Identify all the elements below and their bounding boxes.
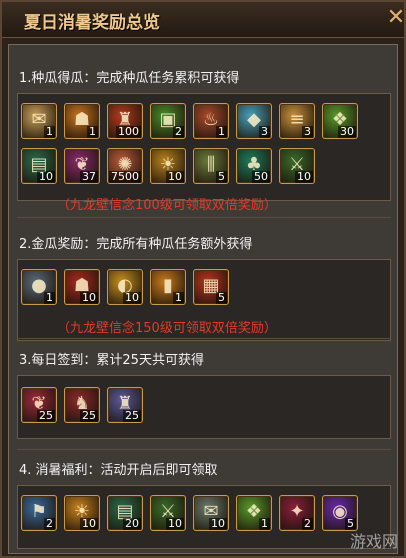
item-quantity: 1 xyxy=(216,125,227,138)
item-quantity: 1 xyxy=(44,125,55,138)
item-quantity: 10 xyxy=(37,170,55,183)
item-quantity: 10 xyxy=(80,517,98,530)
reward-item[interactable]: ◉ 5 xyxy=(322,495,358,531)
reward-item[interactable]: ▤ 10 xyxy=(21,148,57,184)
item-quantity: 7500 xyxy=(109,170,141,183)
content-panel: 1.种瓜得瓜：完成种瓜任务累积可获得 ✉ 1 ☗ 1 ♜ 100 ▣ 2 ♨ 1 ◆ 3 ≡ 3 ❖ 30 ▤… xyxy=(8,44,398,554)
section-4-title: 4. 消暑福利：活动开启后即可领取 xyxy=(19,463,218,478)
reward-item[interactable]: ☀ 10 xyxy=(150,148,186,184)
reward-item[interactable]: ⚑ 2 xyxy=(21,495,57,531)
reward-item[interactable]: ♨ 1 xyxy=(193,103,229,139)
section-2-note: （九龙壁信念150级可领取双倍奖励） xyxy=(57,321,277,336)
divider xyxy=(17,338,391,339)
section-1-row-1: ✉ 1 ☗ 1 ♜ 100 ▣ 2 ♨ 1 ◆ 3 ≡ 3 ❖ 30 xyxy=(21,103,358,139)
item-quantity: 5 xyxy=(216,170,227,183)
reward-item[interactable]: ⚔ 10 xyxy=(279,148,315,184)
item-quantity: 2 xyxy=(302,517,313,530)
item-quantity: 25 xyxy=(123,409,141,422)
title-bar: 夏日消暑奖励总览 ✕ xyxy=(2,2,406,38)
reward-item[interactable]: ≡ 3 xyxy=(279,103,315,139)
item-quantity: 30 xyxy=(338,125,356,138)
reward-item[interactable]: ◐ 10 xyxy=(107,269,143,305)
reward-item[interactable]: ▤ 20 xyxy=(107,495,143,531)
item-quantity: 20 xyxy=(123,517,141,530)
item-quantity: 10 xyxy=(123,291,141,304)
item-quantity: 25 xyxy=(37,409,55,422)
reward-overview-window: 夏日消暑奖励总览 ✕ 1.种瓜得瓜：完成种瓜任务累积可获得 ✉ 1 ☗ 1 ♜ 100 ▣ 2… xyxy=(0,0,406,558)
window-title: 夏日消暑奖励总览 xyxy=(24,13,160,33)
item-quantity: 3 xyxy=(302,125,313,138)
divider xyxy=(17,449,391,450)
reward-item[interactable]: ◆ 3 xyxy=(236,103,272,139)
reward-item[interactable]: ❖ 1 xyxy=(236,495,272,531)
item-quantity: 25 xyxy=(80,409,98,422)
item-quantity: 2 xyxy=(173,125,184,138)
watermark: 游戏网 xyxy=(349,532,398,551)
reward-item[interactable]: ▦ 5 xyxy=(193,269,229,305)
reward-item[interactable]: ✺ 7500 xyxy=(107,148,143,184)
reward-item[interactable]: ♜ 25 xyxy=(107,387,143,423)
section-4-row-1: ⚑ 2 ☀ 10 ▤ 20 ⚔ 10 ✉ 10 ❖ 1 ✦ 2 ◉ 5 xyxy=(21,495,358,531)
reward-item[interactable]: ⫼ 5 xyxy=(193,148,229,184)
reward-item[interactable]: ✉ 1 xyxy=(21,103,57,139)
item-quantity: 50 xyxy=(252,170,270,183)
section-2-title: 2.金瓜奖励：完成所有种瓜任务额外获得 xyxy=(19,237,253,252)
item-quantity: 5 xyxy=(216,291,227,304)
reward-item[interactable]: ▣ 2 xyxy=(150,103,186,139)
item-quantity: 10 xyxy=(166,170,184,183)
close-button[interactable]: ✕ xyxy=(386,4,406,32)
reward-item[interactable]: ✦ 2 xyxy=(279,495,315,531)
reward-item[interactable]: ☗ 1 xyxy=(64,103,100,139)
section-3-title: 3.每日签到：累计25天共可获得 xyxy=(19,353,204,368)
item-quantity: 1 xyxy=(44,291,55,304)
reward-item[interactable]: ♜ 100 xyxy=(107,103,143,139)
item-quantity: 2 xyxy=(44,517,55,530)
reward-item[interactable]: ☀ 10 xyxy=(64,495,100,531)
item-quantity: 1 xyxy=(173,291,184,304)
item-quantity: 10 xyxy=(209,517,227,530)
item-quantity: 3 xyxy=(259,125,270,138)
item-quantity: 37 xyxy=(80,170,98,183)
reward-item[interactable]: ♣ 50 xyxy=(236,148,272,184)
item-quantity: 10 xyxy=(80,291,98,304)
section-2-row-1: ● 1 ☗ 10 ◐ 10 ▮ 1 ▦ 5 xyxy=(21,269,229,305)
reward-item[interactable]: ⚔ 10 xyxy=(150,495,186,531)
section-3-row-1: ❦ 25 ♞ 25 ♜ 25 xyxy=(21,387,143,423)
reward-item[interactable]: ✉ 10 xyxy=(193,495,229,531)
reward-item[interactable]: ❖ 30 xyxy=(322,103,358,139)
reward-item[interactable]: ● 1 xyxy=(21,269,57,305)
section-1-note: （九龙壁信念100级可领取双倍奖励） xyxy=(57,198,277,213)
item-quantity: 1 xyxy=(87,125,98,138)
item-quantity: 10 xyxy=(295,170,313,183)
item-quantity: 1 xyxy=(259,517,270,530)
divider xyxy=(17,217,391,218)
item-quantity: 100 xyxy=(116,125,141,138)
item-quantity: 10 xyxy=(166,517,184,530)
reward-item[interactable]: ▮ 1 xyxy=(150,269,186,305)
reward-item[interactable]: ☗ 10 xyxy=(64,269,100,305)
section-1-row-2: ▤ 10 ❦ 37 ✺ 7500 ☀ 10 ⫼ 5 ♣ 50 ⚔ 10 xyxy=(21,148,315,184)
section-1-title: 1.种瓜得瓜：完成种瓜任务累积可获得 xyxy=(19,71,240,86)
reward-item[interactable]: ❦ 37 xyxy=(64,148,100,184)
reward-item[interactable]: ♞ 25 xyxy=(64,387,100,423)
reward-item[interactable]: ❦ 25 xyxy=(21,387,57,423)
